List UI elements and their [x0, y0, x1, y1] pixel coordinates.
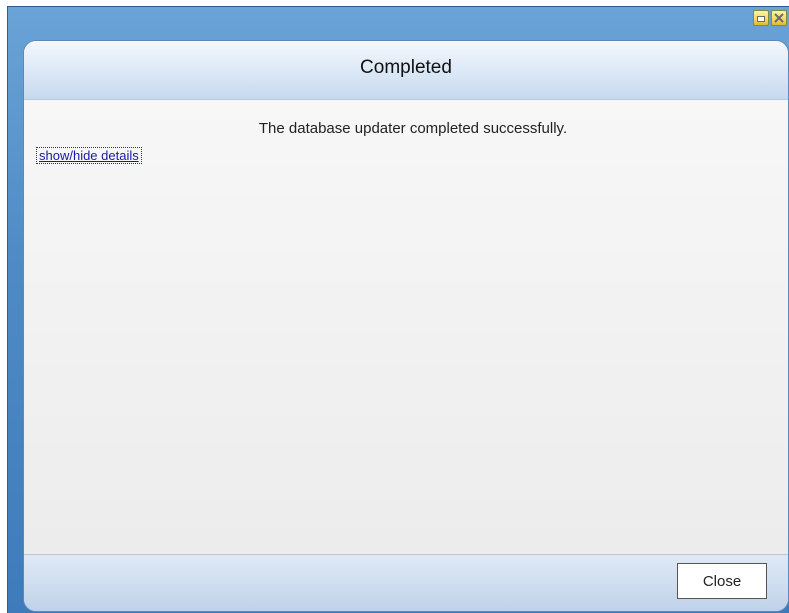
application-window: Completed The database updater completed…: [7, 6, 789, 613]
dialog-body: The database updater completed successfu…: [24, 100, 788, 555]
dialog-title: Completed: [360, 57, 452, 78]
close-icon[interactable]: [771, 10, 787, 26]
window-controls: [753, 10, 787, 26]
status-message: The database updater completed successfu…: [258, 120, 568, 137]
dialog-header: Completed: [24, 41, 788, 100]
minimize-icon[interactable]: [753, 10, 769, 26]
dialog-footer: Close: [24, 554, 788, 611]
close-button[interactable]: Close: [677, 563, 767, 599]
close-x-glyph: [774, 13, 784, 23]
show-hide-details-link[interactable]: show/hide details: [36, 147, 142, 164]
completed-dialog: Completed The database updater completed…: [24, 41, 788, 611]
